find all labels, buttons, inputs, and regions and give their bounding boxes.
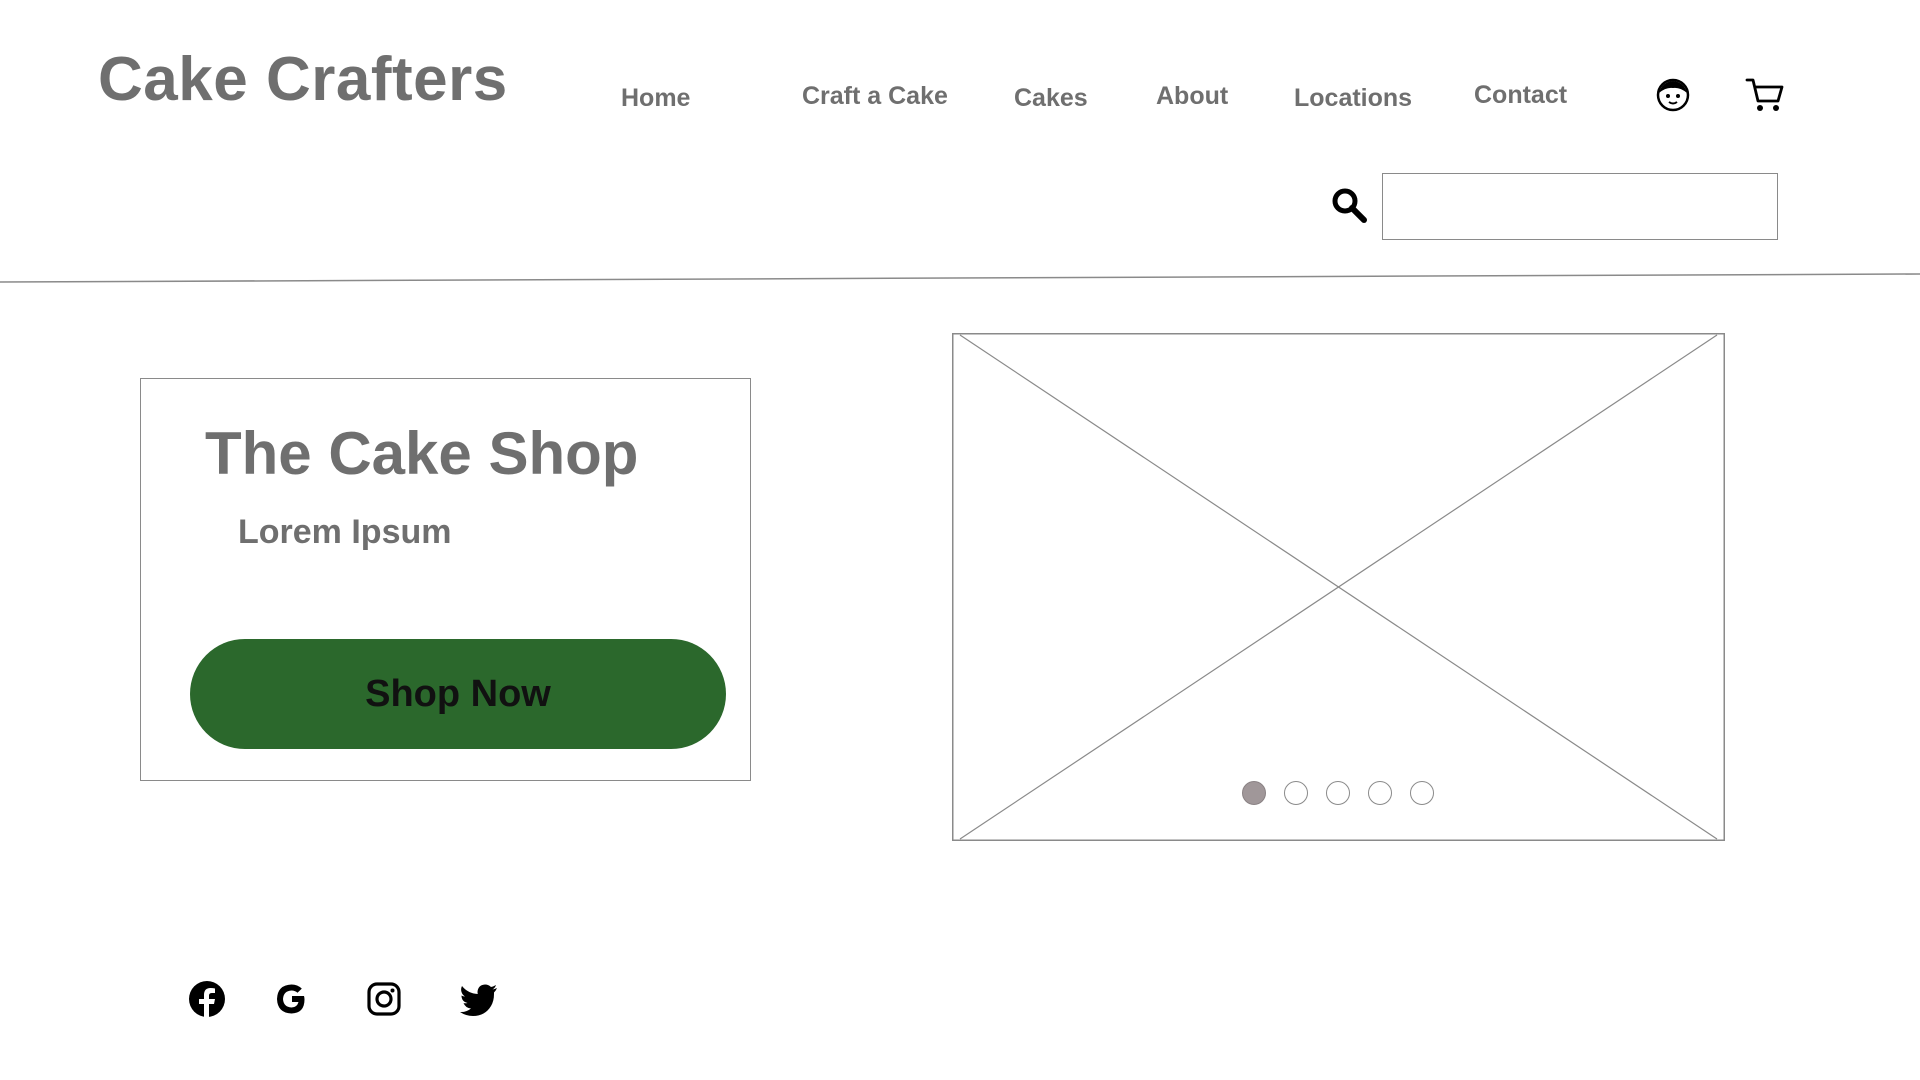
hero-title: The Cake Shop (205, 420, 639, 487)
nav-about[interactable]: About (1156, 82, 1228, 111)
carousel-dot-3[interactable] (1326, 781, 1350, 805)
page: Cake Crafters Home Craft a Cake Cakes Ab… (0, 0, 1920, 1080)
image-carousel[interactable] (952, 333, 1725, 841)
cart-icon[interactable] (1745, 76, 1785, 114)
header-divider (0, 273, 1920, 283)
carousel-dots (1242, 781, 1434, 805)
site-logo[interactable]: Cake Crafters (98, 44, 508, 115)
nav-craft-a-cake[interactable]: Craft a Cake (802, 82, 948, 111)
hero-subtitle: Lorem Ipsum (238, 513, 452, 551)
twitter-icon[interactable] (459, 980, 497, 1018)
search-icon[interactable] (1330, 186, 1368, 224)
hero-card: The Cake Shop Lorem Ipsum Shop Now (140, 378, 751, 781)
nav-contact[interactable]: Contact (1474, 81, 1567, 110)
image-placeholder (952, 333, 1725, 841)
user-face-icon[interactable] (1656, 78, 1690, 112)
shop-now-button[interactable]: Shop Now (190, 639, 726, 749)
nav-cakes[interactable]: Cakes (1014, 84, 1088, 113)
google-icon[interactable] (273, 980, 311, 1018)
carousel-dot-2[interactable] (1284, 781, 1308, 805)
carousel-dot-5[interactable] (1410, 781, 1434, 805)
facebook-icon[interactable] (188, 980, 226, 1018)
carousel-dot-4[interactable] (1368, 781, 1392, 805)
nav-locations[interactable]: Locations (1294, 84, 1412, 113)
carousel-dot-1[interactable] (1242, 781, 1266, 805)
instagram-icon[interactable] (365, 980, 403, 1018)
nav-home[interactable]: Home (621, 84, 690, 113)
search-input[interactable] (1382, 173, 1778, 240)
